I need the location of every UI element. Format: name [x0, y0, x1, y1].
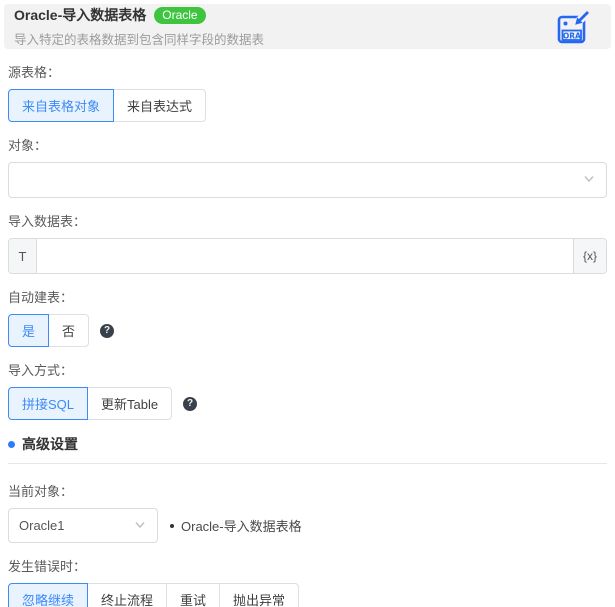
- import-table-input-group: T {x}: [8, 238, 607, 274]
- import-table-label: 导入数据表：: [8, 214, 87, 229]
- import-table-input[interactable]: [37, 239, 573, 273]
- error-throw-exception-button[interactable]: 抛出异常: [219, 583, 300, 607]
- auto-create-yes-button[interactable]: 是: [8, 314, 50, 347]
- section-divider: [8, 463, 607, 464]
- error-retry-button[interactable]: 重试: [166, 583, 221, 607]
- current-object-select[interactable]: Oracle1: [8, 508, 158, 543]
- section-dot-icon: [8, 440, 15, 448]
- auto-create-group: 是 否: [8, 314, 90, 347]
- import-mode-group: 拼接SQL 更新Table: [8, 387, 173, 420]
- page-title: Oracle-导入数据表格: [14, 7, 147, 23]
- page-subtitle: 导入特定的表格数据到包含同样字段的数据表: [14, 33, 265, 47]
- advanced-settings-header: 高级设置: [8, 434, 607, 454]
- auto-create-no-button[interactable]: 否: [48, 314, 90, 347]
- source-table-group: 来自表格对象 来自表达式: [8, 89, 207, 122]
- object-label: 对象：: [8, 138, 48, 153]
- help-icon[interactable]: ?: [183, 396, 198, 411]
- bullet-icon: [170, 523, 174, 528]
- on-error-group: 忽略继续 终止流程 重试 抛出异常: [8, 583, 300, 607]
- expression-addon[interactable]: {x}: [572, 239, 606, 273]
- header-text-block: Oracle-导入数据表格 Oracle 导入特定的表格数据到包含同样字段的数据…: [14, 5, 264, 48]
- oracle-badge: Oracle: [154, 6, 206, 24]
- component-header: Oracle-导入数据表格 Oracle 导入特定的表格数据到包含同样字段的数据…: [4, 4, 611, 49]
- source-table-label: 源表格：: [8, 65, 61, 80]
- config-form: 源表格： 来自表格对象 来自表达式 对象： 导入数据表： T {x} 自动建表：…: [0, 62, 615, 607]
- error-stop-flow-button[interactable]: 终止流程: [87, 583, 168, 607]
- error-ignore-continue-button[interactable]: 忽略继续: [8, 583, 89, 607]
- current-object-note-text: Oracle-导入数据表格: [181, 519, 302, 534]
- auto-create-label: 自动建表：: [8, 290, 74, 305]
- text-type-addon[interactable]: T: [9, 239, 37, 273]
- object-select[interactable]: [8, 162, 607, 198]
- ora-icon-label: ORA: [563, 31, 581, 40]
- chevron-down-icon: [582, 172, 596, 189]
- advanced-settings-title: 高级设置: [22, 436, 78, 452]
- source-from-expression-button[interactable]: 来自表达式: [113, 89, 207, 122]
- on-error-label: 发生错误时：: [8, 559, 87, 574]
- import-mode-update-table-button[interactable]: 更新Table: [87, 387, 173, 420]
- help-icon[interactable]: ?: [100, 323, 115, 338]
- current-object-label: 当前对象：: [8, 484, 74, 499]
- current-object-value: Oracle1: [19, 518, 65, 533]
- oracle-import-icon: ORA: [553, 7, 593, 47]
- source-from-table-object-button[interactable]: 来自表格对象: [8, 89, 115, 122]
- import-mode-sql-button[interactable]: 拼接SQL: [8, 387, 89, 420]
- current-object-note: Oracle-导入数据表格: [170, 516, 302, 535]
- import-mode-label: 导入方式：: [8, 363, 74, 378]
- chevron-down-icon: [133, 517, 147, 534]
